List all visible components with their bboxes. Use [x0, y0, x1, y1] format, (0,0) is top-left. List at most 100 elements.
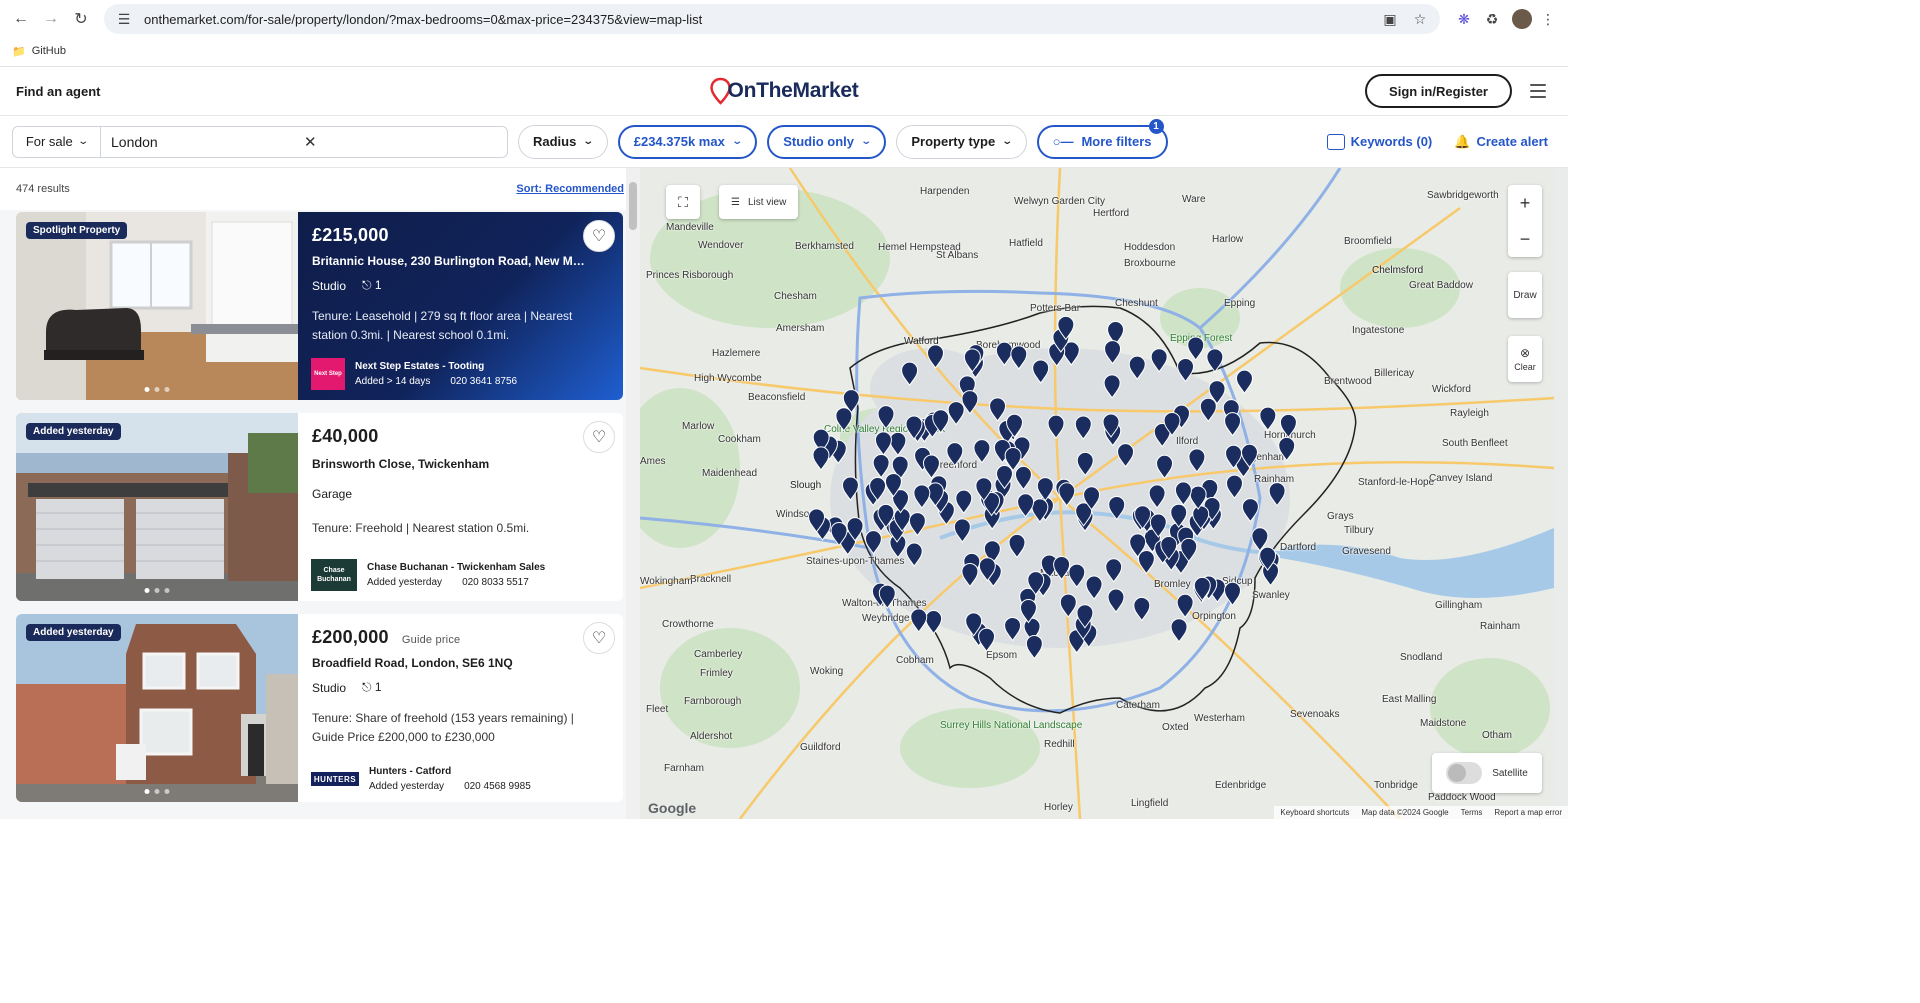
listing-added: Added yesterday [367, 577, 443, 588]
agent-phone[interactable]: 020 4568 9985 [464, 781, 531, 792]
listing-card[interactable]: Added yesterday £200,000 Guide price Bro… [16, 614, 623, 802]
radius-filter[interactable]: Radius ⌄ [518, 124, 608, 159]
listings-scrollbar[interactable] [626, 168, 640, 819]
for-sale-dropdown[interactable]: For sale ⌄ [13, 126, 101, 157]
sort-dropdown[interactable]: Sort: Recommended [516, 183, 624, 195]
save-favourite-button[interactable]: ♡ [583, 220, 615, 252]
place-label: Watford [904, 336, 939, 347]
listing-tag: Spotlight Property [26, 222, 128, 239]
toggle-switch[interactable] [1446, 762, 1483, 784]
site-logo[interactable]: OnTheMarket [710, 77, 859, 105]
zoom-controls: + − [1508, 185, 1542, 257]
listing-photo[interactable]: Added yesterday [16, 413, 298, 601]
place-label: East Malling [1382, 694, 1437, 705]
place-label: Lingfield [1131, 798, 1169, 809]
place-label: Weybridge [862, 613, 910, 624]
radius-label: Radius [533, 134, 577, 149]
agent-info[interactable]: HUNTERS Hunters - Catford Added yesterda… [311, 766, 531, 792]
place-label: Hemel Hempstead [878, 242, 961, 253]
place-label: Chesham [774, 291, 817, 302]
listing-photo[interactable]: Added yesterday [16, 614, 298, 802]
install-app-icon[interactable]: ▣ [1380, 9, 1400, 29]
keyboard-shortcuts-link[interactable]: Keyboard shortcuts [1280, 808, 1349, 817]
listing-details: £200,000 Guide price Broadfield Road, Lo… [298, 614, 623, 802]
reload-icon[interactable]: ↻ [68, 6, 94, 32]
zoom-out-button[interactable]: − [1508, 221, 1542, 257]
fullscreen-button[interactable]: ⛶ [666, 185, 700, 219]
listing-address[interactable]: Brinsworth Close, Twickenham [312, 457, 587, 471]
property-type-filter[interactable]: Property type ⌄ [896, 124, 1027, 159]
listing-type: Garage [312, 487, 353, 501]
heart-icon: ♡ [591, 228, 607, 245]
listing-address[interactable]: Broadfield Road, London, SE6 1NQ [312, 656, 587, 670]
find-agent-link[interactable]: Find an agent [16, 84, 101, 99]
listing-address[interactable]: Britannic House, 230 Burlington Road, Ne… [312, 254, 587, 268]
clear-button[interactable]: ⊗ Clear [1508, 336, 1542, 382]
photo-carousel-dots[interactable] [144, 789, 170, 794]
agent-logo: HUNTERS [311, 772, 359, 786]
menu-icon[interactable] [1530, 84, 1546, 98]
listing-specs: Garage [312, 487, 609, 501]
place-label: Gillingham [1435, 600, 1483, 611]
listing-description: Tenure: Freehold | Nearest station 0.5mi… [312, 521, 530, 535]
profile-avatar[interactable] [1512, 9, 1532, 29]
place-label: Harlow [1212, 234, 1244, 245]
listing-card[interactable]: Spotlight Property £215,000 Britannic Ho… [16, 212, 623, 400]
place-label: South Benfleet [1442, 438, 1508, 449]
house-photo-image [16, 614, 298, 802]
listing-photo[interactable]: Spotlight Property [16, 212, 298, 400]
google-logo: Google [648, 800, 697, 816]
agent-info[interactable]: Chase Buchanan Chase Buchanan - Twickenh… [311, 559, 545, 591]
clear-location-icon[interactable]: ✕ [304, 133, 497, 151]
scroll-thumb[interactable] [629, 182, 637, 230]
price-filter[interactable]: £234.375k max ⌄ [617, 124, 758, 159]
site-header: Find an agent OnTheMarket Sign in/Regist… [0, 67, 1568, 116]
price-qualifier: Guide price [401, 634, 461, 646]
place-label: Staines-upon-Thames [806, 556, 905, 567]
place-label: Hornchurch [1264, 430, 1316, 441]
browser-menu-icon[interactable]: ⋮ [1536, 7, 1560, 31]
address-bar[interactable]: ☰ onthemarket.com/for-sale/property/lond… [104, 4, 1440, 34]
extensions-puzzle-icon[interactable]: ♻ [1480, 7, 1504, 31]
back-icon[interactable]: ← [8, 6, 34, 32]
results-count: 474 results [16, 183, 70, 195]
report-error-link[interactable]: Report a map error [1494, 808, 1562, 817]
satellite-toggle[interactable]: Satellite [1432, 753, 1542, 793]
map-panel[interactable]: Harpenden Welwyn Garden City Hertford Wa… [640, 168, 1568, 819]
more-filters-button[interactable]: ○— More filters 1 [1036, 118, 1168, 159]
agent-phone[interactable]: 020 8033 5517 [462, 577, 529, 588]
filter-bar: For sale ⌄ London ✕ Radius ⌄ £234.375k m… [0, 116, 1568, 168]
agent-logo-text: Next Step [314, 371, 342, 377]
keywords-button[interactable]: Keywords (0) [1326, 133, 1432, 150]
place-label: Woking [810, 666, 844, 677]
agent-phone[interactable]: 020 3641 8756 [450, 376, 517, 387]
create-alert-button[interactable]: 🔔 Create alert [1454, 134, 1548, 150]
terms-link[interactable]: Terms [1461, 808, 1483, 817]
photo-carousel-dots[interactable] [144, 588, 170, 593]
save-favourite-button[interactable]: ♡ [583, 421, 615, 453]
location-value[interactable]: London [111, 134, 304, 150]
sign-in-button[interactable]: Sign in/Register [1365, 74, 1512, 108]
list-view-button[interactable]: ☰ List view [719, 185, 799, 219]
url-text[interactable]: onthemarket.com/for-sale/property/london… [144, 12, 1370, 27]
place-label: Colne Valley Regional Park [824, 424, 945, 435]
bedrooms-filter[interactable]: Studio only ⌄ [767, 124, 887, 159]
listing-added: Added > 14 days [355, 376, 431, 387]
listing-card[interactable]: Added yesterday £40,000 Brinsworth Close… [16, 413, 623, 601]
place-label: Dagenham [1238, 452, 1287, 463]
draw-button[interactable]: Draw [1508, 272, 1542, 318]
place-label: Billericay [1374, 368, 1415, 379]
save-favourite-button[interactable]: ♡ [583, 622, 615, 654]
clear-label: Clear [1514, 362, 1536, 372]
bookmark-github[interactable]: GitHub [32, 45, 66, 57]
results-meta: 474 results Sort: Recommended [0, 168, 640, 210]
bookmark-star-icon[interactable]: ☆ [1410, 9, 1430, 29]
forward-icon[interactable]: → [38, 6, 64, 32]
photo-carousel-dots[interactable] [144, 387, 170, 392]
site-info-icon[interactable]: ☰ [114, 9, 134, 29]
agent-info[interactable]: Next Step Next Step Estates - Tooting Ad… [311, 358, 517, 390]
location-input[interactable]: London ✕ [101, 127, 507, 157]
zoom-in-button[interactable]: + [1508, 185, 1542, 221]
bell-icon: 🔔 [1454, 133, 1471, 149]
extension-icon[interactable]: ❋ [1452, 7, 1476, 31]
